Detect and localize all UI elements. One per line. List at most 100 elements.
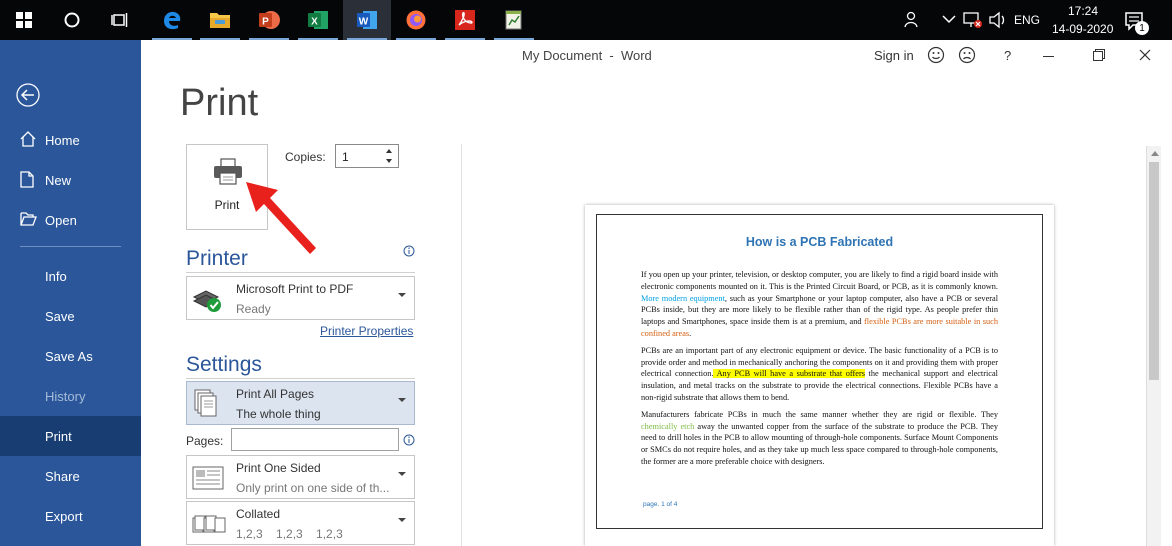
nav-item-export[interactable]: Export: [0, 496, 141, 536]
frown-feedback-icon[interactable]: [958, 46, 976, 64]
nav-item-label: New: [45, 172, 72, 188]
paragraph: Manufacturers fabricate PCBs in much the…: [641, 409, 998, 468]
copies-stepper[interactable]: 1: [335, 144, 399, 168]
green-text: chemically etch: [641, 421, 695, 431]
start-button[interactable]: [0, 0, 48, 40]
highlighted-text: Any PCB will have a substrate that offer…: [713, 369, 865, 379]
word-icon: W: [357, 11, 377, 29]
minimize-icon[interactable]: [1043, 56, 1054, 57]
taskbar-app-excel[interactable]: X: [294, 0, 342, 40]
close-icon[interactable]: [1139, 49, 1151, 61]
info-icon[interactable]: [403, 245, 415, 257]
windows-logo-icon: [16, 12, 32, 28]
sign-in-link[interactable]: Sign in: [874, 48, 914, 63]
preview-divider: [461, 144, 462, 546]
task-view-button[interactable]: [96, 0, 144, 40]
nav-item-label: Share: [45, 468, 80, 484]
clock-time[interactable]: 17:24: [1068, 4, 1098, 18]
nav-item-save-as[interactable]: Save As: [0, 336, 141, 376]
printer-name: Microsoft Print to PDF: [236, 282, 354, 296]
sides-description: Only print on one side of th...: [236, 481, 390, 495]
collation-dropdown[interactable]: Collated 1,2,3 1,2,3 1,2,3: [186, 501, 415, 545]
collated-icon: [192, 515, 226, 533]
volume-icon[interactable]: [988, 11, 1008, 29]
language-indicator[interactable]: ENG: [1014, 13, 1040, 27]
people-icon[interactable]: [903, 11, 921, 29]
nav-item-new[interactable]: New: [0, 160, 141, 200]
nav-item-print[interactable]: Print: [0, 416, 141, 456]
pages-stack-icon: [194, 389, 217, 417]
nav-item-label: Save As: [45, 348, 93, 364]
nav-item-label: Print: [45, 428, 72, 444]
restore-icon[interactable]: [1093, 49, 1105, 61]
nav-item-label: Info: [45, 268, 67, 284]
powerpoint-icon: P: [259, 11, 280, 29]
chevron-down-icon: [398, 293, 406, 297]
taskbar-app-edge[interactable]: [148, 0, 196, 40]
clock-date[interactable]: 14-09-2020: [1052, 22, 1113, 36]
notification-badge: 1: [1135, 21, 1149, 35]
printer-dropdown[interactable]: Microsoft Print to PDF Ready: [186, 276, 415, 320]
taskbar-app-powerpoint[interactable]: P: [245, 0, 293, 40]
svg-text:P: P: [262, 17, 269, 28]
paragraph: PCBs are an important part of any electr…: [641, 345, 998, 404]
nav-item-save[interactable]: Save: [0, 296, 141, 336]
nav-item-label: Home: [45, 132, 80, 148]
printer-properties-link[interactable]: Printer Properties: [320, 324, 413, 338]
pages-label: Pages:: [186, 434, 224, 448]
text-run: Manufacturers fabricate PCBs in much the…: [641, 409, 998, 419]
copies-up-icon[interactable]: [386, 149, 392, 153]
preview-scrollbar[interactable]: [1146, 146, 1161, 546]
chevron-up-icon[interactable]: [942, 14, 956, 24]
page-title: Print: [180, 82, 259, 124]
print-range-dropdown[interactable]: Print All Pages The whole thing: [186, 381, 415, 425]
print-range-description: The whole thing: [236, 407, 321, 421]
network-icon[interactable]: [963, 11, 983, 29]
firefox-icon: [406, 10, 426, 30]
text-run: away the unwanted copper from the surfac…: [641, 421, 998, 466]
help-icon[interactable]: ?: [1004, 48, 1011, 63]
back-arrow-icon[interactable]: [16, 83, 40, 107]
document-body: If you open up your printer, television,…: [641, 269, 998, 473]
smile-feedback-icon[interactable]: [927, 46, 945, 64]
nav-item-label: Open: [45, 212, 77, 228]
open-folder-icon: [20, 212, 37, 226]
info-icon[interactable]: [403, 434, 415, 446]
taskbar-app-acrobat[interactable]: [441, 0, 489, 40]
nav-item-home[interactable]: Home: [0, 120, 141, 160]
scroll-up-icon[interactable]: [1151, 151, 1159, 156]
chevron-down-icon: [398, 472, 406, 476]
settings-heading: Settings: [186, 353, 262, 376]
edge-icon: [164, 11, 181, 30]
printer-heading: Printer: [186, 247, 248, 270]
nav-divider: [20, 246, 121, 247]
scroll-thumb[interactable]: [1149, 162, 1159, 380]
one-sided-icon: [192, 466, 224, 490]
nav-item-share[interactable]: Share: [0, 456, 141, 496]
print-range-value: Print All Pages: [236, 387, 315, 401]
pdf-printer-ready-icon: [192, 290, 221, 312]
paragraph: If you open up your printer, television,…: [641, 269, 998, 340]
notepad-icon: [505, 10, 522, 30]
nav-item-info[interactable]: Info: [0, 256, 141, 296]
pages-input[interactable]: [231, 428, 399, 451]
settings-divider: [186, 378, 415, 379]
document-page: How is a PCB Fabricated If you open up y…: [585, 205, 1054, 546]
taskbar-app-firefox[interactable]: [392, 0, 440, 40]
collation-value: Collated: [236, 507, 281, 521]
nav-item-label: History: [45, 388, 86, 404]
copies-down-icon[interactable]: [386, 159, 392, 163]
taskbar-app-notepad[interactable]: [490, 0, 538, 40]
sides-dropdown[interactable]: Print One Sided Only print on one side o…: [186, 455, 415, 499]
home-icon: [20, 131, 36, 147]
nav-item-label: Export: [45, 508, 83, 524]
window-title: My Document - Word: [522, 48, 652, 63]
taskbar-app-word[interactable]: W: [343, 0, 391, 40]
search-button[interactable]: [48, 0, 96, 40]
task-view-icon: [111, 13, 128, 27]
cortana-circle-icon: [64, 12, 80, 28]
annotation-arrow-icon: [246, 182, 316, 254]
nav-item-open[interactable]: Open: [0, 200, 141, 240]
taskbar-app-file-explorer[interactable]: [196, 0, 244, 40]
folder-icon: [210, 13, 230, 28]
